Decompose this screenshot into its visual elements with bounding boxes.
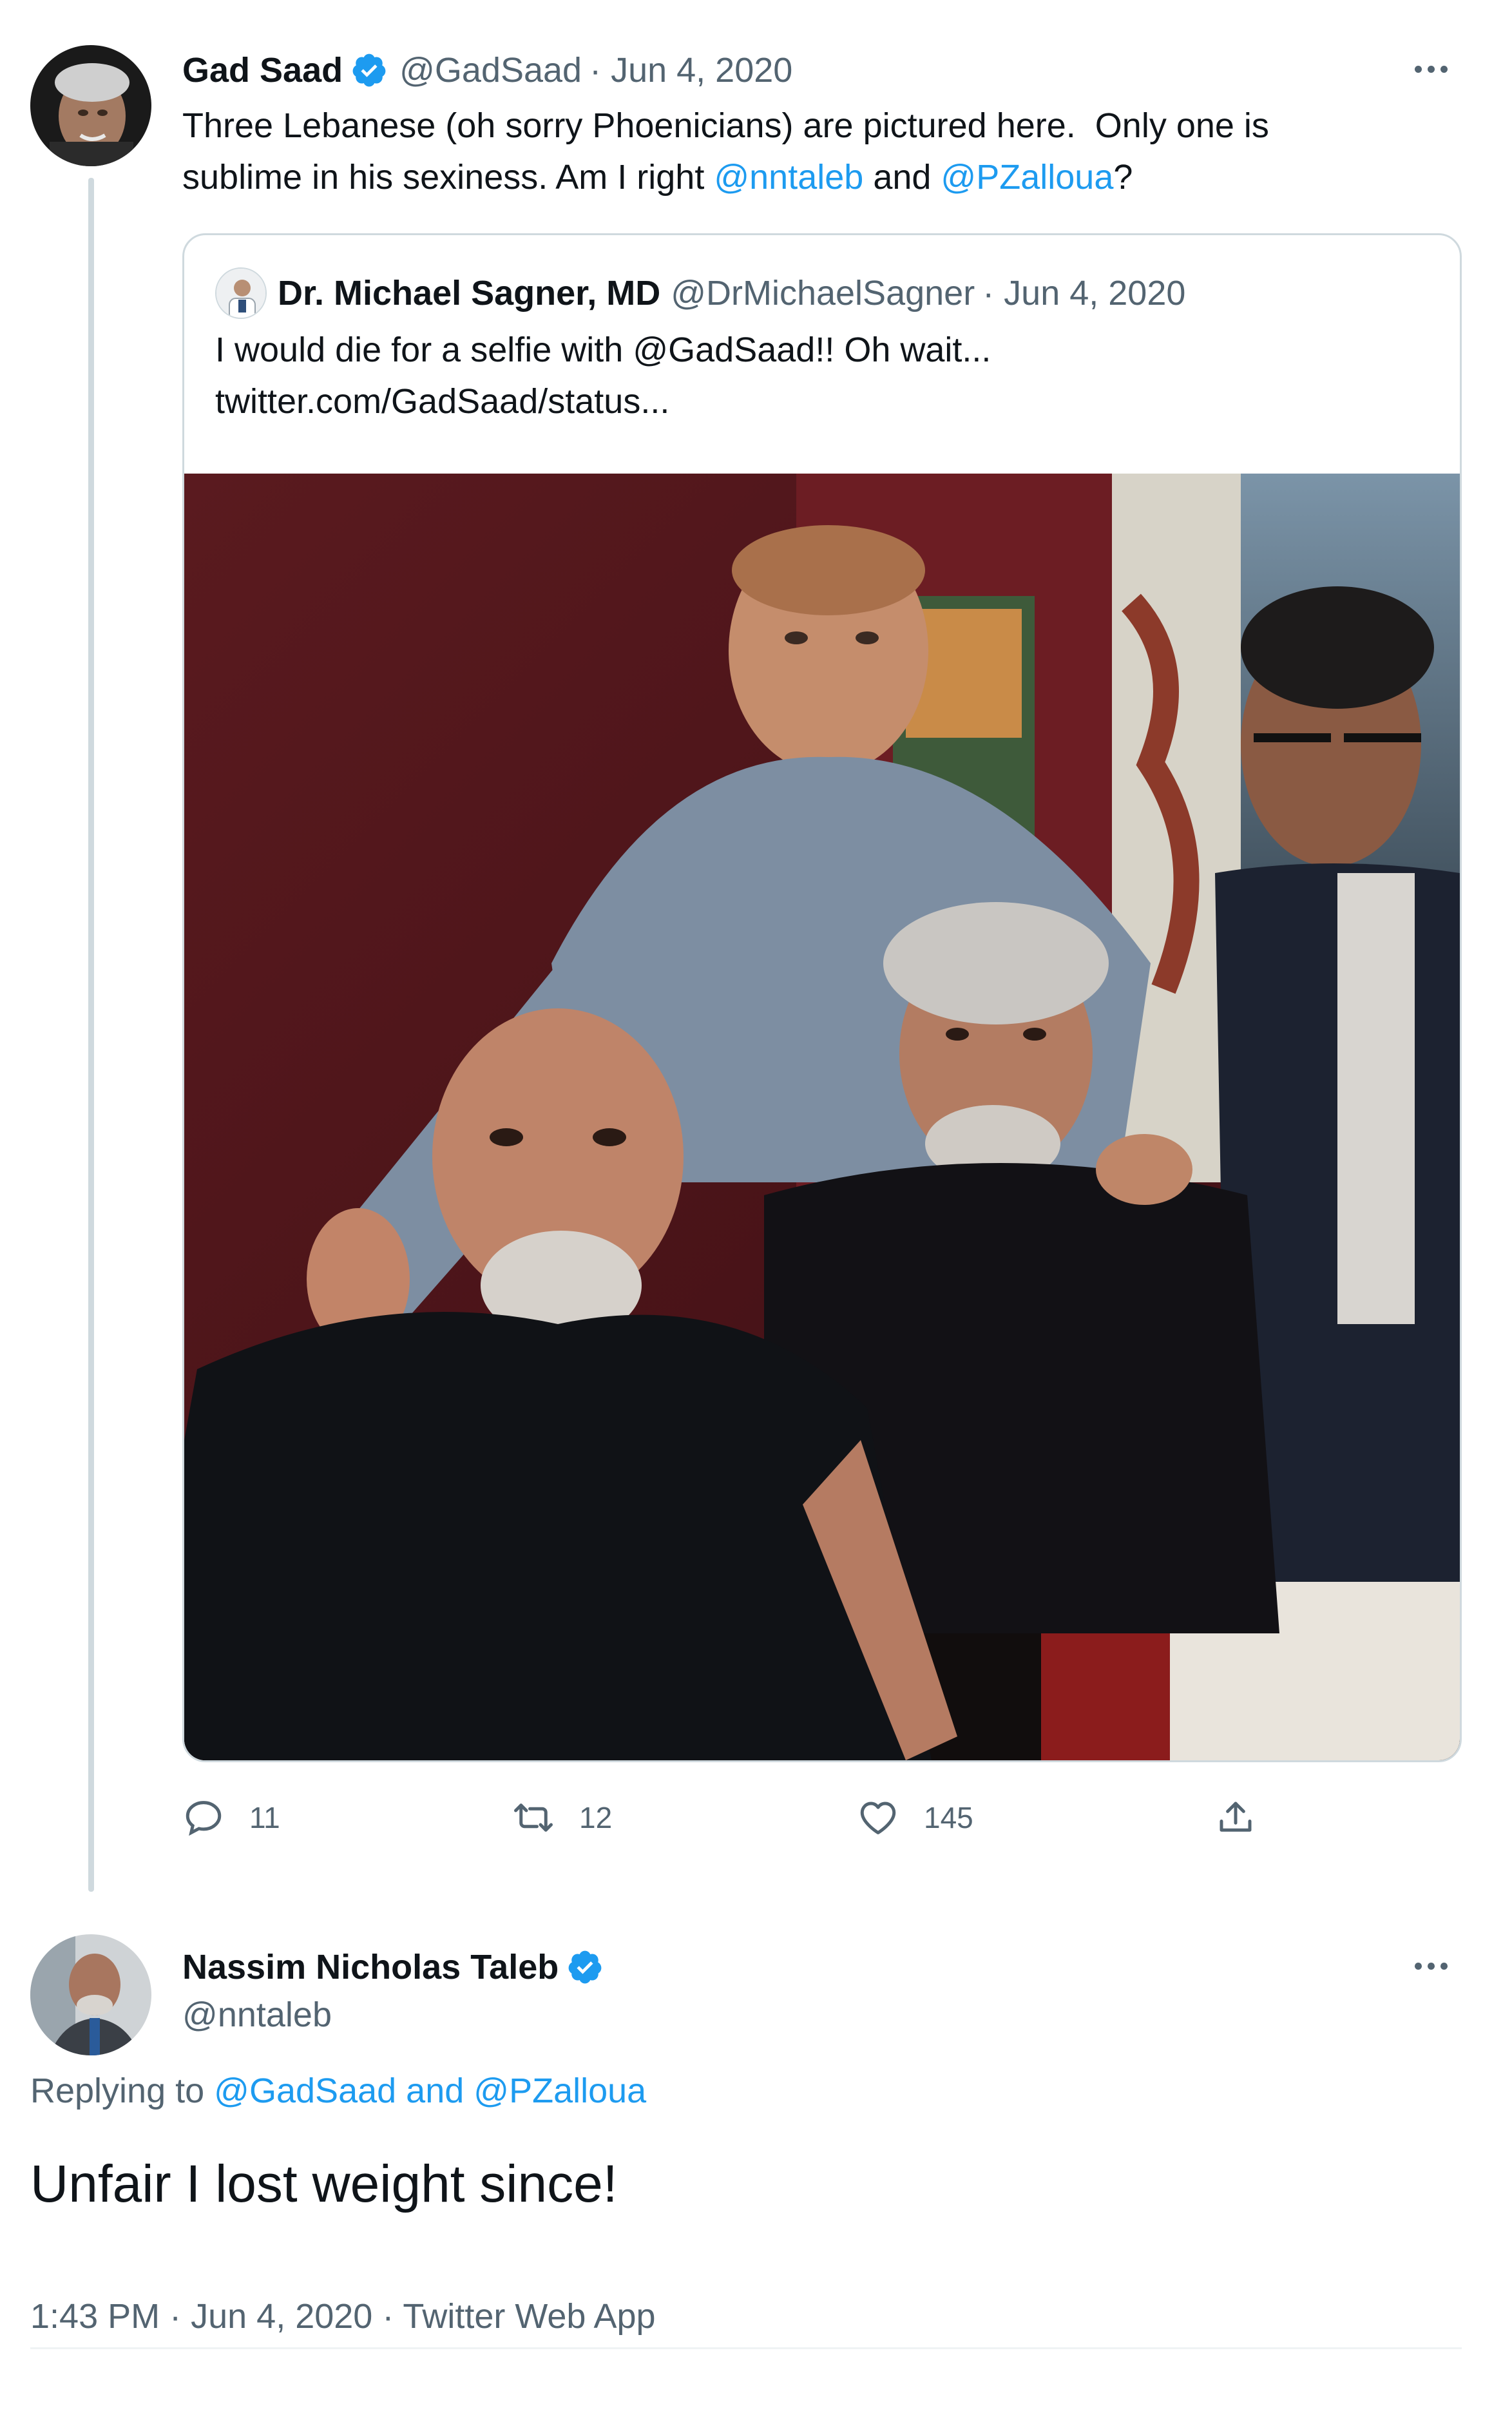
retweet-icon bbox=[514, 1803, 553, 1832]
author-name[interactable]: Nassim Nicholas Taleb bbox=[182, 1947, 559, 1987]
retweet-action[interactable]: 12 bbox=[512, 1796, 612, 1839]
more-options-icon[interactable] bbox=[1415, 66, 1448, 73]
tweet-date[interactable]: · Jun 4, 2020 bbox=[589, 50, 792, 90]
tweet2-author-handle[interactable]: @nntaleb bbox=[182, 1992, 332, 2037]
tweet1-text-and: and bbox=[863, 158, 941, 197]
tweet1-text: Three Lebanese (oh sorry Phoenicians) ar… bbox=[182, 100, 1458, 203]
quote-text-line1: I would die for a selfie with @GadSaad!!… bbox=[215, 331, 991, 369]
reply-action[interactable]: 11 bbox=[182, 1796, 280, 1839]
retweet-count: 12 bbox=[579, 1801, 613, 1834]
verified-badge-icon bbox=[352, 53, 386, 87]
share-action[interactable] bbox=[1214, 1796, 1257, 1839]
like-action[interactable]: 145 bbox=[857, 1796, 973, 1839]
verified-badge-icon bbox=[568, 1950, 602, 1984]
author-name[interactable]: Gad Saad bbox=[182, 50, 343, 90]
tweet1-text-line1: Three Lebanese (oh sorry Phoenicians) ar… bbox=[182, 106, 1269, 145]
tweet1-text-end: ? bbox=[1113, 158, 1133, 197]
tweet1-header: Gad Saad @GadSaad · Jun 4, 2020 bbox=[182, 48, 792, 93]
mention-nntaleb[interactable]: @nntaleb bbox=[714, 158, 863, 197]
like-icon bbox=[860, 1802, 896, 1834]
tweet2-author-row: Nassim Nicholas Taleb bbox=[182, 1945, 604, 1990]
replying-to: Replying to @GadSaad and @PZalloua bbox=[30, 2065, 646, 2117]
quote-author-name: Dr. Michael Sagner, MD bbox=[278, 274, 661, 312]
reply-count: 11 bbox=[249, 1801, 280, 1834]
like-count: 145 bbox=[924, 1801, 973, 1834]
author-handle[interactable]: @GadSaad bbox=[399, 50, 582, 90]
tweet2-text: Unfair I lost weight since! bbox=[30, 2155, 618, 2213]
mention-pzalloua[interactable]: @PZalloua bbox=[941, 158, 1113, 197]
divider bbox=[30, 2347, 1462, 2349]
tweet2-meta[interactable]: 1:43 PM · Jun 4, 2020 · Twitter Web App bbox=[30, 2294, 656, 2339]
more-options-icon[interactable] bbox=[1415, 1963, 1448, 1970]
quote-text: I would die for a selfie with @GadSaad!!… bbox=[215, 324, 991, 427]
quoted-tweet-card[interactable]: Dr. Michael Sagner, MD @DrMichaelSagner … bbox=[182, 233, 1462, 1762]
avatar-michael-sagner bbox=[215, 267, 267, 319]
tweet1-text-line2: sublime in his sexiness. Am I right @nnt… bbox=[182, 151, 1458, 203]
reply-icon bbox=[186, 1801, 222, 1836]
quote-date: · Jun 4, 2020 bbox=[982, 274, 1186, 312]
thread-connector-line bbox=[88, 178, 94, 1892]
share-icon bbox=[1220, 1802, 1252, 1832]
quote-link[interactable]: twitter.com/GadSaad/status... bbox=[215, 376, 991, 427]
avatar-nassim-taleb[interactable] bbox=[30, 1934, 151, 2055]
replying-to-users[interactable]: @GadSaad and @PZalloua bbox=[214, 2072, 646, 2110]
replying-to-label: Replying to bbox=[30, 2072, 215, 2110]
quote-header: Dr. Michael Sagner, MD @DrMichaelSagner … bbox=[278, 271, 1185, 316]
quoted-tweet-photo[interactable] bbox=[184, 474, 1460, 1760]
tweet1-text-segment: sublime in his sexiness. Am I right bbox=[182, 158, 714, 197]
avatar-gad-saad[interactable] bbox=[30, 45, 151, 166]
quote-author-handle: @DrMichaelSagner bbox=[671, 274, 975, 312]
